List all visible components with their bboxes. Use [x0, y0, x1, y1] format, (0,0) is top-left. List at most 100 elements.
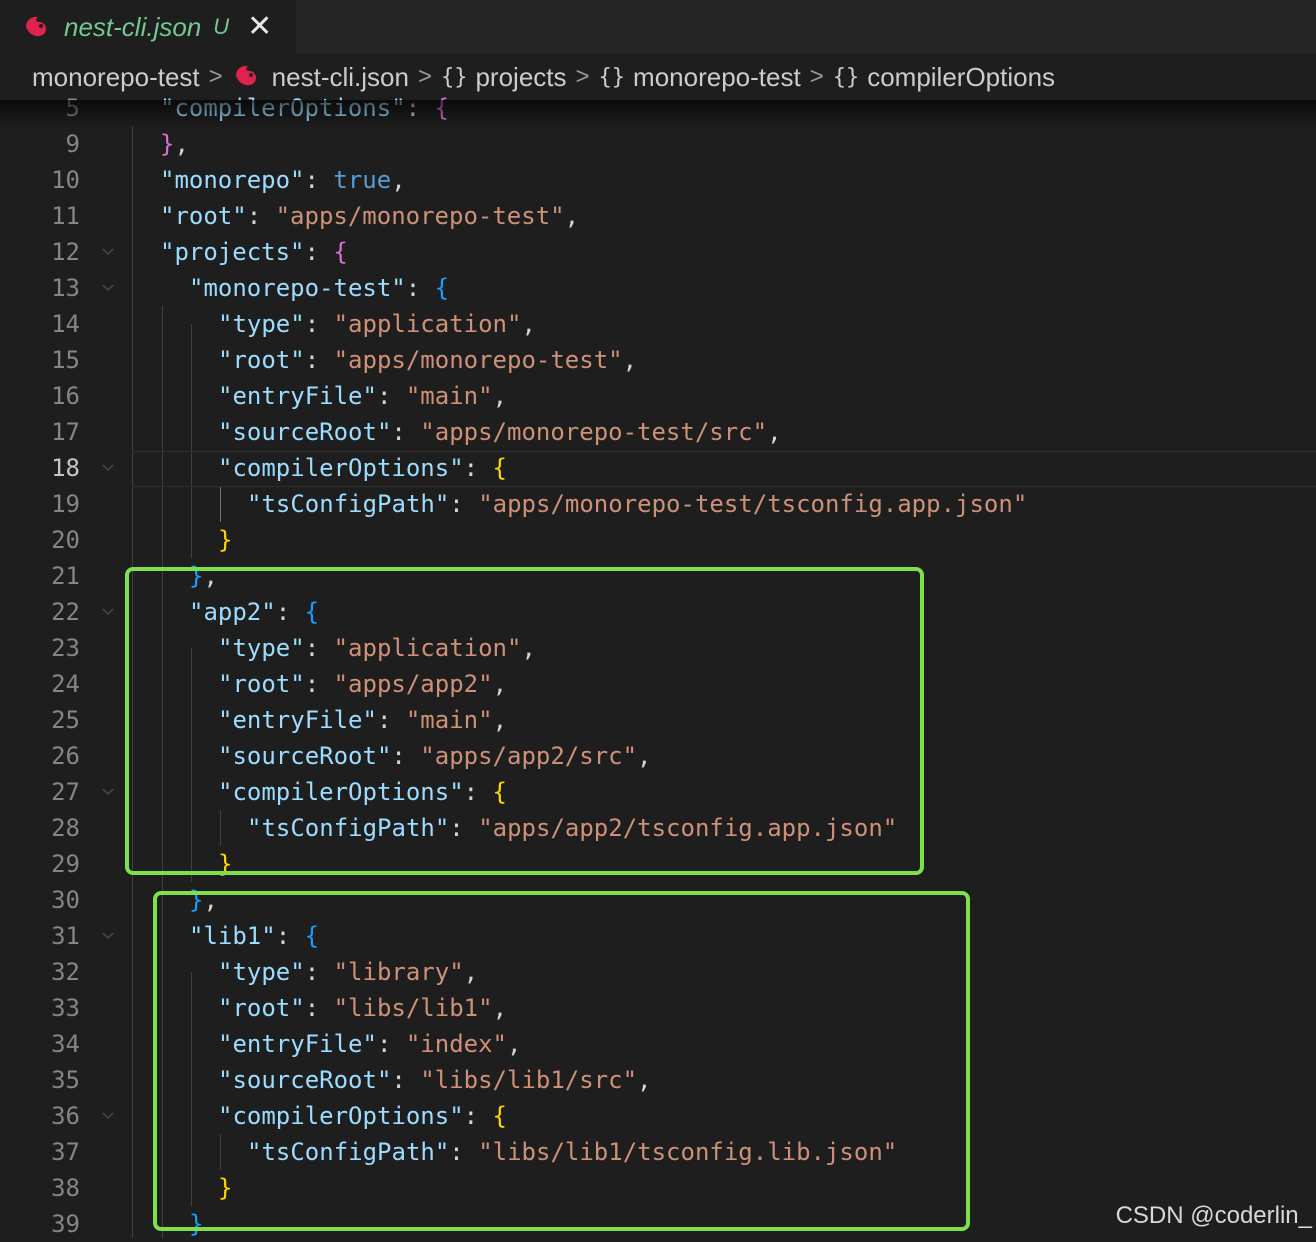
code-text: "compilerOptions": { — [160, 90, 449, 126]
line-number: 35 — [51, 1066, 80, 1094]
code-line[interactable]: 9}, — [0, 126, 1316, 162]
code-token: , — [767, 418, 782, 446]
line-number: 31 — [51, 922, 80, 950]
code-text: "monorepo": true, — [160, 162, 406, 198]
code-token: "root" — [160, 202, 247, 230]
breadcrumb-item-monorepo-test[interactable]: {} monorepo-test — [599, 62, 801, 93]
line-number: 16 — [51, 382, 80, 410]
line-number: 29 — [51, 850, 80, 878]
code-token: : — [304, 166, 334, 194]
code-token: : — [463, 454, 493, 482]
code-text: "monorepo-test": { — [189, 270, 449, 306]
line-number: 34 — [51, 1030, 80, 1058]
code-token: "monorepo" — [160, 166, 305, 194]
code-line[interactable]: 19 "tsConfigPath": "apps/monorepo-test/ts… — [0, 486, 1316, 522]
line-number: 26 — [51, 742, 80, 770]
highlight-box-app2 — [125, 567, 924, 875]
line-number: 30 — [51, 886, 80, 914]
line-number: 25 — [51, 706, 80, 734]
line-number: 24 — [51, 670, 80, 698]
code-token: : — [376, 382, 406, 410]
code-line[interactable]: 13 "monorepo-test": { — [0, 270, 1316, 306]
breadcrumb-label: compilerOptions — [867, 61, 1056, 92]
code-line[interactable]: 12 "projects": { — [0, 234, 1316, 270]
line-number: 11 — [51, 202, 80, 230]
line-number: 22 — [51, 598, 80, 626]
breadcrumb-item-projects[interactable]: {} projects — [441, 62, 567, 93]
code-token: "tsConfigPath" — [247, 490, 450, 518]
code-line[interactable]: 18 "compilerOptions": { — [0, 450, 1316, 486]
braces-icon: {} — [598, 64, 626, 90]
code-token: "apps/monorepo-test" — [275, 202, 565, 230]
code-token: { — [492, 454, 507, 482]
code-text: "root": "apps/monorepo-test", — [160, 198, 579, 234]
line-number: 19 — [51, 490, 80, 518]
line-number: 32 — [51, 958, 80, 986]
code-token: true — [333, 166, 392, 194]
highlight-box-lib1 — [153, 891, 970, 1231]
code-token: , — [622, 346, 638, 374]
code-text: "entryFile": "main", — [218, 378, 507, 414]
code-token: "root" — [218, 346, 305, 374]
code-token: : — [246, 202, 276, 230]
code-token: "monorepo-test" — [189, 274, 406, 302]
code-token: : — [449, 490, 479, 518]
code-token: "sourceRoot" — [218, 418, 392, 446]
code-token: "apps/monorepo-test/src" — [420, 418, 768, 446]
line-number: 38 — [51, 1174, 80, 1202]
code-line[interactable]: 5 "compilerOptions": { — [0, 90, 1316, 126]
code-line[interactable]: 16 "entryFile": "main", — [0, 378, 1316, 414]
code-token: "main" — [405, 382, 493, 410]
line-number: 18 — [51, 454, 80, 482]
line-number: 20 — [51, 526, 80, 554]
line-number: 10 — [51, 166, 80, 194]
code-token: "entryFile" — [218, 382, 377, 410]
line-number: 17 — [51, 418, 80, 446]
code-token: : — [304, 310, 334, 338]
breadcrumb-label: monorepo-test — [32, 61, 200, 92]
code-token: "compilerOptions" — [218, 454, 464, 482]
code-token: { — [434, 94, 449, 122]
code-token: : — [405, 94, 435, 122]
code-text: }, — [160, 126, 189, 162]
close-icon[interactable]: ✕ — [247, 12, 272, 42]
code-text: "root": "apps/monorepo-test", — [218, 342, 637, 378]
line-number: 27 — [51, 778, 80, 806]
line-number: 5 — [65, 94, 80, 122]
code-token: "apps/monorepo-test/tsconfig.app.json" — [478, 490, 1028, 518]
code-line[interactable]: 15 "root": "apps/monorepo-test", — [0, 342, 1316, 378]
line-number: 12 — [51, 238, 80, 266]
code-line[interactable]: 17 "sourceRoot": "apps/monorepo-test/src"… — [0, 414, 1316, 450]
tab-nest-cli-json[interactable]: nest-cli.json U ✕ — [0, 0, 296, 54]
code-token: , — [564, 202, 580, 230]
code-line[interactable]: 20} — [0, 522, 1316, 558]
breadcrumb-item-compiler-options[interactable]: {} compilerOptions — [833, 62, 1055, 93]
code-token: , — [391, 166, 406, 194]
breadcrumb-label: projects — [475, 61, 567, 92]
line-number: 14 — [51, 310, 80, 338]
code-line[interactable]: 10 "monorepo": true, — [0, 162, 1316, 198]
code-token: { — [333, 238, 348, 266]
breadcrumb-item-folder[interactable]: monorepo-test — [32, 62, 200, 93]
tab-bar: nest-cli.json U ✕ — [0, 0, 1316, 54]
code-text: "tsConfigPath": "apps/monorepo-test/tsco… — [247, 486, 1027, 522]
code-token: } — [160, 130, 175, 158]
code-token: : — [304, 238, 334, 266]
code-line[interactable]: 14 "type": "application", — [0, 306, 1316, 342]
chevron-right-icon: > — [208, 63, 223, 90]
chevron-right-icon: > — [417, 63, 432, 90]
code-text: } — [218, 522, 232, 558]
line-number: 36 — [51, 1102, 80, 1130]
code-token: "type" — [218, 310, 305, 338]
untracked-badge: U — [213, 14, 230, 39]
code-line[interactable]: 11 "root": "apps/monorepo-test", — [0, 198, 1316, 234]
code-token: { — [434, 274, 450, 302]
code-text: "projects": { — [160, 234, 348, 270]
code-token: , — [492, 382, 508, 410]
code-token: : — [304, 346, 334, 374]
code-text: "type": "application", — [218, 306, 536, 342]
code-token: , — [521, 310, 536, 338]
line-number: 39 — [51, 1210, 80, 1238]
line-number: 21 — [51, 562, 80, 590]
code-token: : — [391, 418, 421, 446]
